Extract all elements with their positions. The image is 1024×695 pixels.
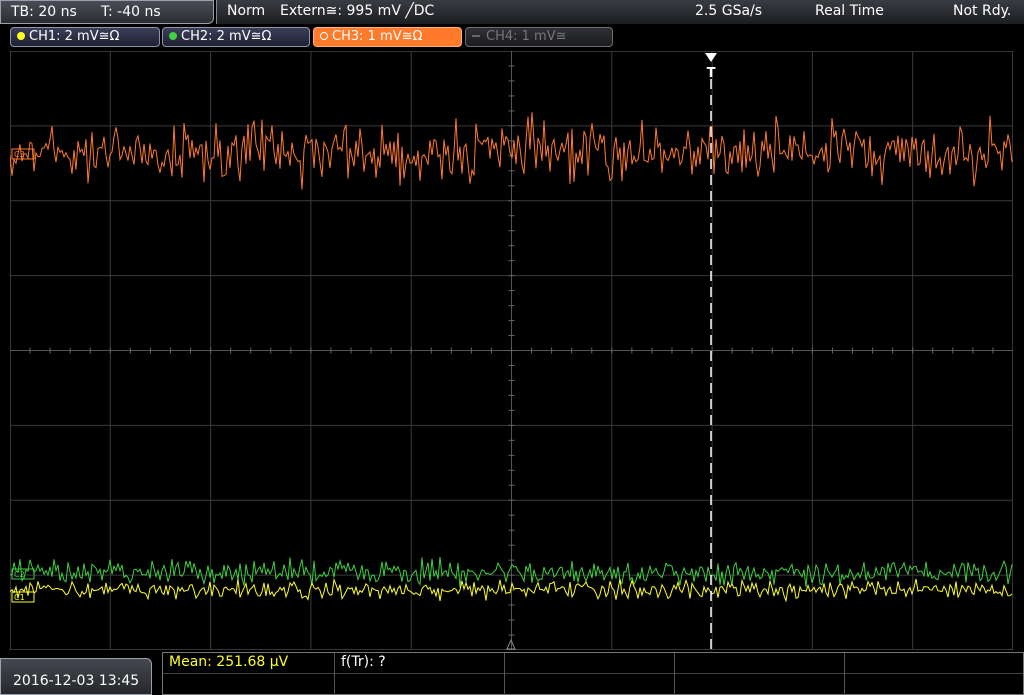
channel-2-marker-label: C2 — [14, 570, 25, 579]
date-time: 2016-12-03 13:45 — [13, 673, 140, 689]
channel-4-label: CH4: 1 mV≅ — [486, 29, 567, 44]
mean-measurement: Mean: 251.68 µV — [169, 654, 289, 670]
channel-tabs: CH1: 2 mV≅Ω CH2: 2 mV≅Ω CH3: 1 mV≅Ω CH4:… — [0, 26, 1024, 48]
channel-1-label: CH1: 2 mV≅Ω — [29, 29, 120, 44]
channel-4-tab[interactable]: CH4: 1 mV≅ — [465, 27, 613, 47]
acquisition-status-box[interactable]: Norm Extern≅: 995 mV ╱DC 2.5 GSa/s Real … — [216, 0, 1024, 24]
sample-rate: 2.5 GSa/s — [695, 3, 763, 19]
trigger-offset-label: T: -40 ns — [101, 4, 161, 20]
channel-1-marker-label: C1 — [14, 593, 25, 602]
measurement-cell-1[interactable]: Mean: 251.68 µV — [163, 653, 335, 695]
timebase-box[interactable]: TB: 20 ns T: -40 ns — [0, 0, 214, 24]
date-box: 2016-12-03 13:45 — [0, 658, 152, 695]
bottom-bar: 2016-12-03 13:45 Mean: 251.68 µV f(Tr): … — [0, 652, 1024, 695]
channel-4-dash-icon — [472, 35, 480, 37]
channel-2-tab[interactable]: CH2: 2 mV≅Ω — [162, 27, 310, 47]
timebase-label: TB: 20 ns — [11, 4, 77, 20]
channel-2-dot-icon — [169, 32, 177, 40]
channel-3-tab[interactable]: CH3: 1 mV≅Ω — [313, 27, 462, 47]
acquisition-mode: Real Time — [815, 3, 884, 19]
run-state: Not Rdy. — [953, 3, 1012, 19]
waveform-display[interactable]: T C3 C2 C1 — [9, 50, 1014, 651]
channel-3-ring-icon — [320, 32, 328, 40]
measurement-panel[interactable]: Mean: 251.68 µV f(Tr): ? — [162, 652, 1024, 695]
trigger-source: Extern≅: 995 mV ╱DC — [280, 3, 435, 19]
waveform-svg: T C3 C2 C1 — [9, 50, 1014, 651]
channel-3-marker-label: C3 — [14, 150, 25, 159]
top-status-bar: TB: 20 ns T: -40 ns Norm Extern≅: 995 mV… — [0, 0, 1024, 24]
frequency-measurement: f(Tr): ? — [341, 654, 386, 670]
measurement-cell-4[interactable] — [675, 653, 845, 695]
channel-1-dot-icon — [17, 32, 25, 40]
trigger-mode: Norm — [227, 3, 266, 19]
channel-1-tab[interactable]: CH1: 2 mV≅Ω — [10, 27, 160, 47]
trigger-marker-label: T — [707, 66, 716, 81]
channel-2-label: CH2: 2 mV≅Ω — [181, 29, 272, 44]
measurement-cell-2[interactable]: f(Tr): ? — [335, 653, 505, 695]
channel-3-label: CH3: 1 mV≅Ω — [332, 29, 423, 44]
measurement-cell-5[interactable] — [845, 653, 1023, 695]
measurement-cell-3[interactable] — [505, 653, 675, 695]
